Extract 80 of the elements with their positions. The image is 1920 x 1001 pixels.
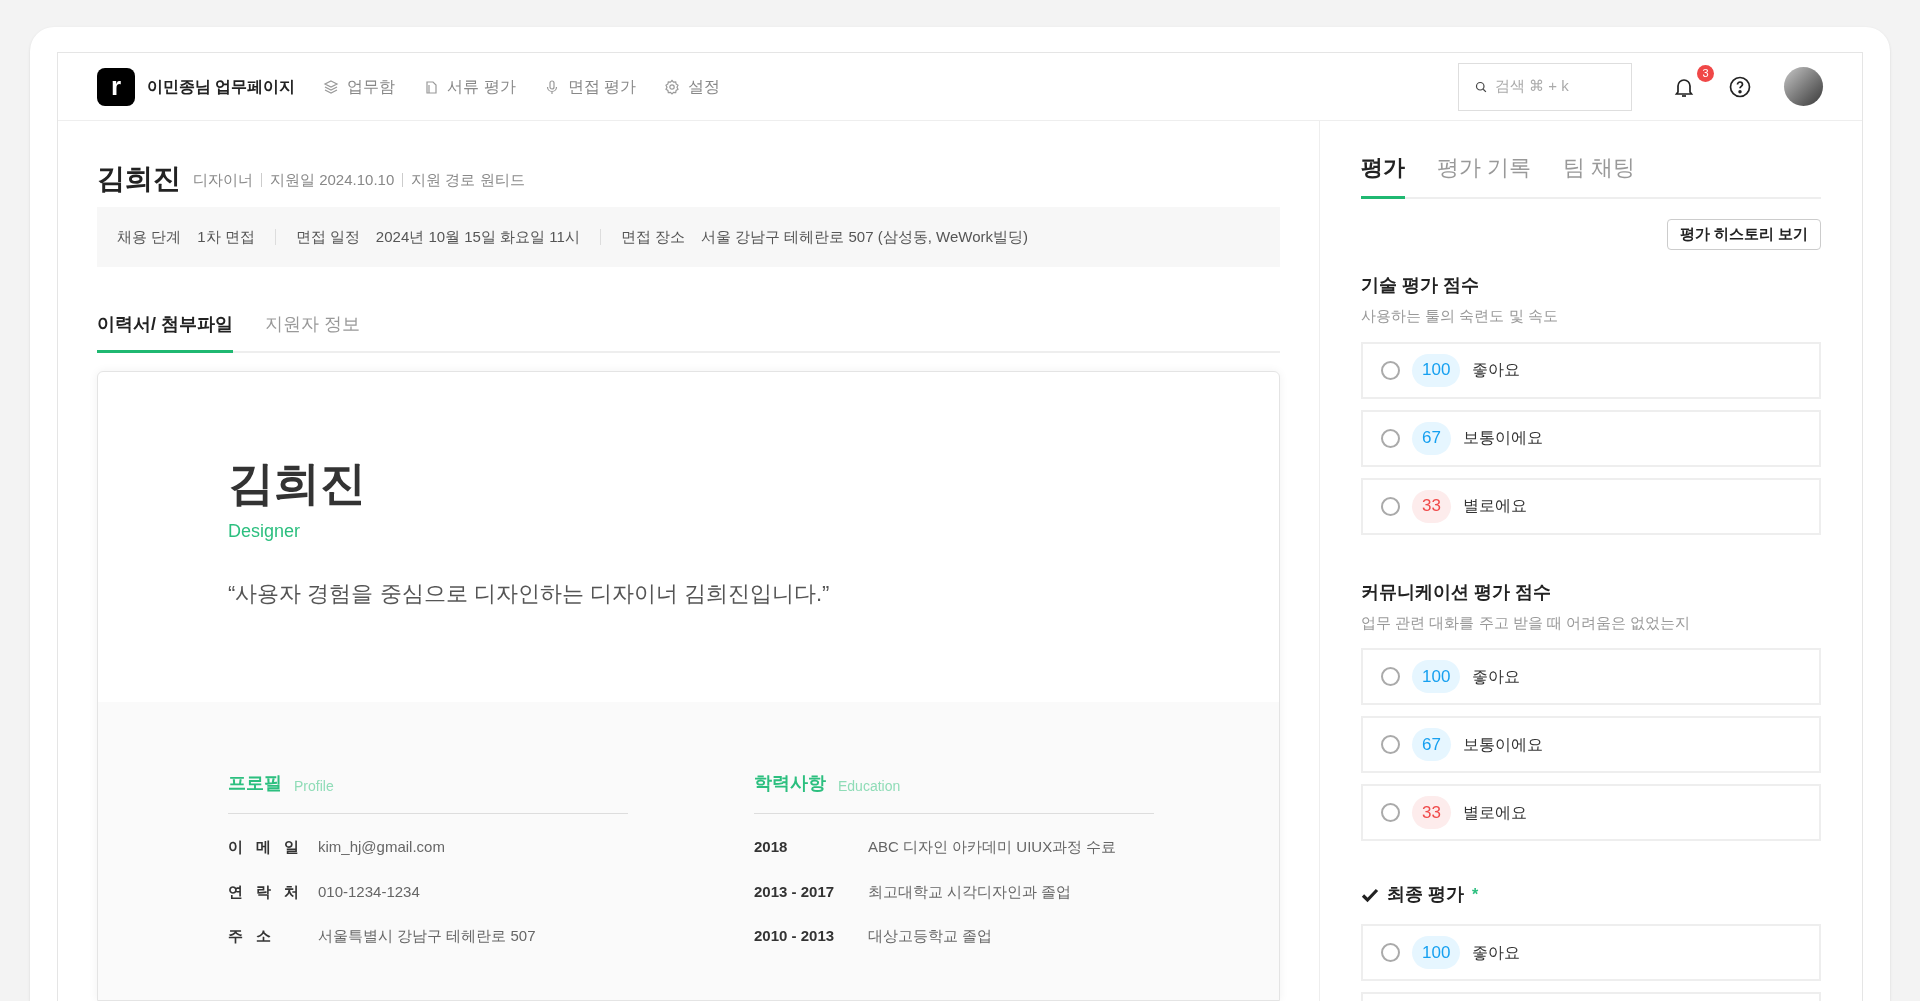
section-heading: 학력사항 (754, 772, 826, 795)
info-label: 면접 장소 (620, 226, 685, 247)
score-badge: 67 (1412, 728, 1451, 761)
settings-icon (664, 78, 681, 95)
score-badge: 100 (1412, 936, 1461, 969)
option-label: 좋아요 (1472, 360, 1521, 380)
radio-button[interactable] (1381, 943, 1400, 962)
section-subheading: Education (838, 777, 901, 796)
score-badge: 100 (1412, 660, 1461, 693)
rating-option[interactable]: 33 별로에요 (1361, 784, 1821, 841)
info-label: 면접 일정 (295, 226, 360, 247)
radio-button[interactable] (1381, 667, 1400, 686)
candidate-name: 김희진 (97, 165, 181, 193)
radio-button[interactable] (1381, 803, 1400, 822)
nav-link[interactable]: 설정 (664, 74, 721, 99)
candidate-meta: 디자이너 (193, 169, 253, 190)
search-field[interactable]: 검색 ⌘ + k (1495, 75, 1615, 98)
nav-link[interactable]: 서류 평가 (423, 74, 516, 99)
rating-option[interactable]: 67 보통이에요 (1361, 409, 1821, 467)
nav-link[interactable]: 면접 평가 (543, 74, 637, 99)
history-button[interactable]: 평가 히스토리 보기 (1666, 219, 1821, 250)
section-title: 최종 평가 (1387, 883, 1464, 906)
rating-option[interactable]: 67 보통이에요 (1361, 716, 1821, 773)
radio-button[interactable] (1381, 428, 1400, 448)
option-label: 보통이에요 (1462, 734, 1543, 755)
row-value: 010-1234-1234 (318, 881, 420, 902)
row-label: 2018 (754, 837, 789, 857)
option-label: 보통이에요 (1462, 428, 1543, 448)
row-value: 최고대학교 시각디자인과 졸업 (868, 881, 1072, 902)
row-label: 이 메 일 (228, 837, 305, 857)
info-label: 채용 단계 (117, 226, 182, 247)
notification-badge: 3 (1697, 64, 1714, 82)
radio-button[interactable] (1381, 735, 1400, 754)
row-value: ABC 디자인 아카데미 UIUX과정 수료 (868, 837, 1117, 857)
option-label: 별로에요 (1462, 496, 1527, 516)
option-label: 좋아요 (1472, 666, 1521, 687)
radio-button[interactable] (1381, 360, 1400, 380)
resume-name: 김희진 (228, 460, 367, 506)
section-subtitle: 업무 관련 대화를 주고 받을 때 어려움은 없었는지 (1361, 612, 1692, 633)
info-value: 서울 강남구 테헤란로 507 (삼성동, WeWork빌딩) (701, 226, 1028, 247)
score-badge: 100 (1412, 353, 1461, 387)
row-value: 대상고등학교 졸업 (868, 926, 993, 946)
row-label: 2013 - 2017 (754, 881, 836, 902)
info-value: 1차 면접 (197, 226, 255, 247)
tab[interactable]: 이력서/ 첨부파일 (97, 311, 233, 353)
score-badge: 67 (1412, 421, 1451, 455)
search-box[interactable]: 검색 ⌘ + k (1458, 62, 1632, 111)
layers-icon (323, 78, 340, 95)
candidate-meta: 지원일 2024.10.10 (270, 169, 395, 190)
rating-option[interactable]: 33 별로에요 (1361, 477, 1821, 535)
row-value: kim_hj@gmail.com (318, 837, 445, 857)
radio-button[interactable] (1381, 496, 1400, 516)
nav-link[interactable]: 업무함 (323, 74, 396, 99)
info-value: 2024년 10월 15일 화요일 11시 (375, 226, 580, 247)
section-heading: 프로필 (228, 772, 282, 795)
option-label: 별로에요 (1462, 802, 1527, 823)
help-icon[interactable] (1728, 74, 1752, 99)
tab[interactable]: 평가 (1361, 151, 1405, 199)
score-badge: 33 (1412, 796, 1451, 829)
candidate-meta: 지원 경로 원티드 (411, 169, 525, 190)
section-title: 기술 평가 점수 (1361, 274, 1479, 297)
score-badge: 33 (1412, 489, 1451, 523)
section-title: 커뮤니케이션 평가 점수 (1361, 580, 1551, 604)
resume-role: Designer (228, 520, 302, 543)
row-label: 연 락 처 (228, 881, 305, 902)
required-mark: * (1472, 884, 1479, 905)
avatar[interactable] (1784, 67, 1823, 106)
row-value: 서울특별시 강남구 테헤란로 507 (318, 926, 536, 946)
row-label: 2010 - 2013 (754, 926, 836, 946)
option-label: 좋아요 (1472, 942, 1521, 963)
row-label: 주 소 (228, 926, 277, 946)
rating-option[interactable]: 100 좋아요 (1361, 648, 1821, 705)
document-icon (423, 78, 440, 95)
workspace-title: 이민종님 업무페이지 (147, 76, 296, 97)
rating-option[interactable]: 100 좋아요 (1361, 341, 1821, 399)
section-subtitle: 사용하는 툴의 숙련도 및 속도 (1361, 306, 1559, 326)
section-subheading: Profile (294, 777, 334, 796)
resume-quote: “사용자 경험을 중심으로 디자인하는 디자이너 김희진입니다.” (228, 580, 831, 608)
logo-icon[interactable]: r (97, 67, 135, 106)
rating-option[interactable]: 100 좋아요 (1361, 924, 1821, 981)
